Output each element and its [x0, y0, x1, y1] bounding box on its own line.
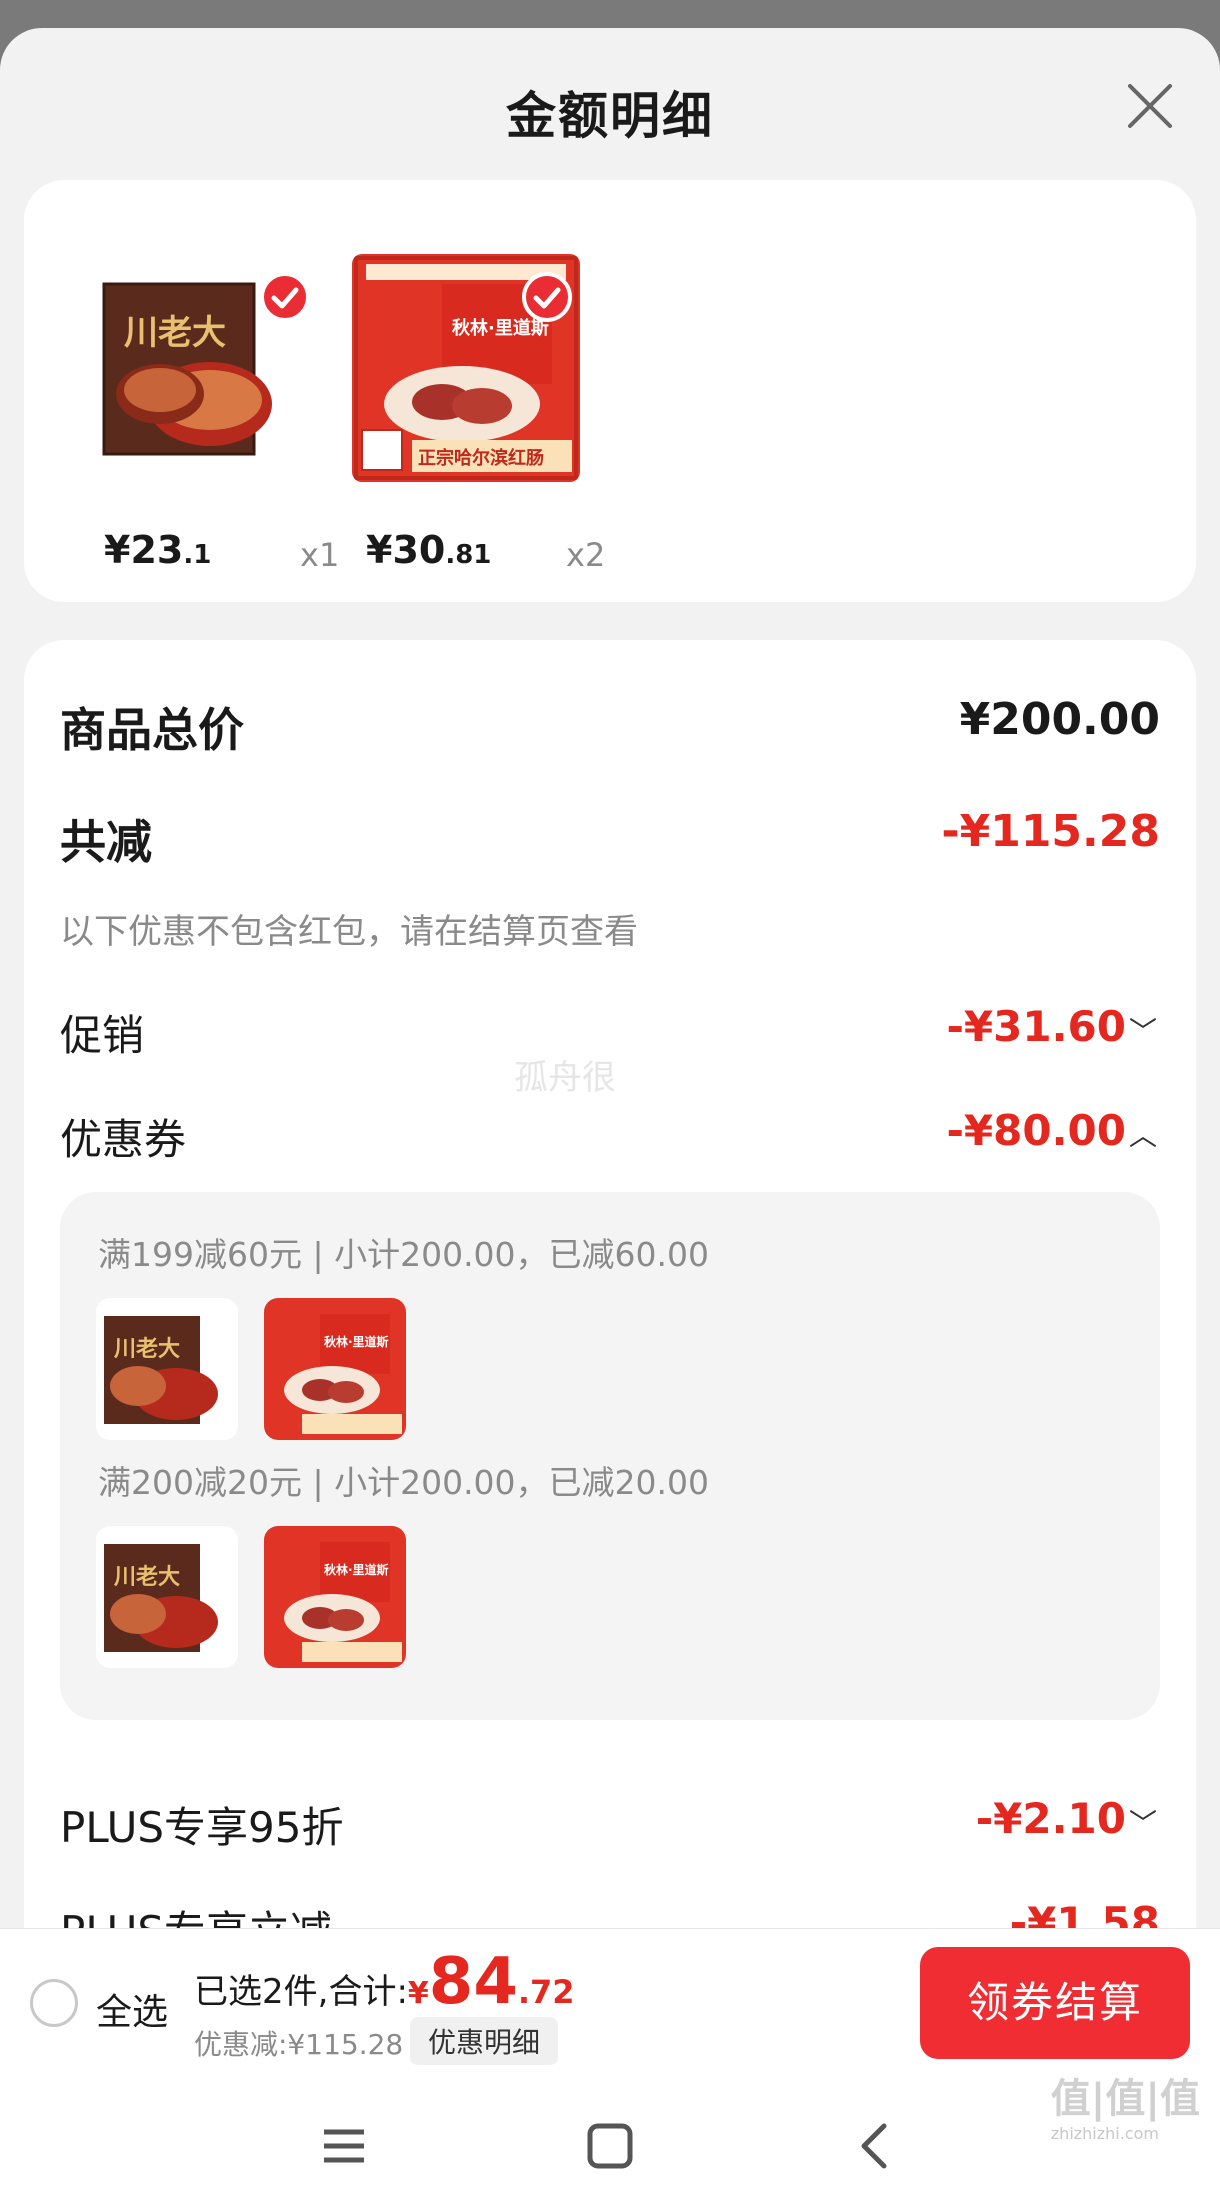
coupon-value-wrap: -¥80.00 ︿	[946, 1106, 1160, 1155]
total-currency: ¥	[407, 1976, 429, 2011]
reduce-total-label: 共减	[60, 815, 152, 869]
product-image-beef: 川老大	[90, 254, 318, 482]
chevron-up-icon[interactable]: ︿	[1126, 1114, 1160, 1154]
coupon-details-panel: 满199减60元 | 小计200.00，已减60.00 川老大 秋林·里道斯 满…	[60, 1192, 1160, 1720]
coupon-row[interactable]: 优惠券 -¥80.00 ︿	[60, 1106, 1160, 1166]
coupon-rule-1: 满199减60元 | 小计200.00，已减60.00	[98, 1235, 710, 1274]
total-decimal: .72	[517, 1973, 575, 2011]
goods-total-label: 商品总价	[60, 703, 244, 757]
site-watermark: 值|值|值 zhizhizhi.com	[1051, 2066, 1200, 2143]
site-watermark-brand: 值|值|值	[1050, 2076, 1200, 2122]
coupon-label: 优惠券	[60, 1115, 187, 1164]
discount-amount-text: 优惠减:¥115.28	[194, 2028, 404, 2061]
reduce-total-row: 共减 -¥115.28	[60, 806, 1160, 869]
chevron-down-icon[interactable]: ﹀	[1126, 1802, 1160, 1842]
goods-total-row: 商品总价 ¥200.00	[60, 694, 1160, 757]
price-decimal: .1	[183, 540, 212, 570]
plus-discount-value-wrap: -¥2.10 ﹀	[976, 1794, 1160, 1843]
checkout-bar: 全选 已选2件,合计:¥84.72 优惠减:¥115.28 优惠明细 领券结算	[0, 1928, 1220, 2076]
center-watermark: 孤舟很	[514, 1058, 616, 1098]
product-quantity: x2	[566, 536, 606, 574]
amount-detail-sheet: 金额明细 川老大 ¥23.1 x1 秋林·里道斯 正宗哈尔滨红肠 ¥30.81 …	[0, 28, 1220, 2191]
close-icon[interactable]	[1120, 76, 1180, 136]
svg-text:正宗哈尔滨红肠: 正宗哈尔滨红肠	[418, 447, 544, 469]
price-decimal: .81	[445, 540, 492, 570]
selected-check-icon[interactable]	[522, 272, 572, 322]
selected-products-card: 川老大 ¥23.1 x1 秋林·里道斯 正宗哈尔滨红肠 ¥30.81 x2	[24, 180, 1196, 602]
coupon-rule-2: 满200减20元 | 小计200.00，已减20.00	[98, 1463, 710, 1502]
svg-text:川老大: 川老大	[113, 1564, 180, 1590]
product-item[interactable]: 川老大 ¥23.1 x1	[90, 254, 339, 574]
chevron-down-icon[interactable]: ﹀	[1126, 1010, 1160, 1050]
checkout-button[interactable]: 领券结算	[920, 1947, 1190, 2059]
discount-note: 以下优惠不包含红包，请在结算页查看	[60, 912, 638, 952]
back-icon[interactable]	[846, 2116, 906, 2176]
discount-detail-button[interactable]: 优惠明细	[410, 2017, 559, 2065]
select-all-label[interactable]: 全选	[96, 1983, 168, 2035]
selected-check-icon[interactable]	[260, 272, 310, 322]
svg-text:川老大: 川老大	[113, 1336, 180, 1362]
svg-text:秋林·里道斯: 秋林·里道斯	[452, 317, 549, 339]
coupon-product-thumb-beef: 川老大	[96, 1526, 238, 1668]
product-item[interactable]: 秋林·里道斯 正宗哈尔滨红肠 ¥30.81 x2	[352, 254, 605, 574]
coupon-product-thumb-sausage: 秋林·里道斯	[264, 1298, 406, 1440]
product-quantity: x1	[300, 536, 340, 574]
select-all-radio[interactable]	[30, 1979, 78, 2027]
goods-total-value: ¥200.00	[959, 694, 1160, 745]
selected-count-text: 已选2件,合计:	[194, 1972, 408, 2012]
svg-text:秋林·里道斯: 秋林·里道斯	[324, 1562, 389, 1577]
promotion-label: 促销	[60, 1011, 145, 1060]
sheet-header: 金额明细	[0, 28, 1220, 178]
coupon-product-thumb-beef: 川老大	[96, 1298, 238, 1440]
coupon-value: -¥80.00	[946, 1106, 1126, 1155]
promotion-value: -¥31.60	[946, 1002, 1126, 1051]
total-summary: 已选2件,合计:¥84.72	[194, 1945, 575, 2019]
system-navigation-bar	[0, 2076, 1220, 2191]
plus-discount-label: PLUS专享95折	[60, 1803, 344, 1852]
sheet-title: 金额明细	[506, 87, 714, 145]
product-image-sausage: 秋林·里道斯 正宗哈尔滨红肠	[352, 254, 580, 482]
total-integer: 84	[428, 1945, 518, 2019]
price-integer: ¥30	[366, 528, 446, 572]
promotion-value-wrap: -¥31.60 ﹀	[946, 1002, 1160, 1051]
plus-discount-value: -¥2.10	[975, 1794, 1126, 1843]
svg-text:川老大: 川老大	[124, 313, 226, 353]
home-icon[interactable]	[580, 2116, 640, 2176]
coupon-product-thumb-sausage: 秋林·里道斯	[264, 1526, 406, 1668]
svg-text:秋林·里道斯: 秋林·里道斯	[324, 1334, 389, 1349]
plus-discount-row[interactable]: PLUS专享95折 -¥2.10 ﹀	[60, 1794, 1160, 1854]
reduce-total-value: -¥115.28	[941, 806, 1160, 857]
menu-icon[interactable]	[314, 2116, 374, 2176]
price-integer: ¥23	[104, 528, 184, 572]
site-watermark-domain: zhizhizhi.com	[1050, 2124, 1159, 2143]
